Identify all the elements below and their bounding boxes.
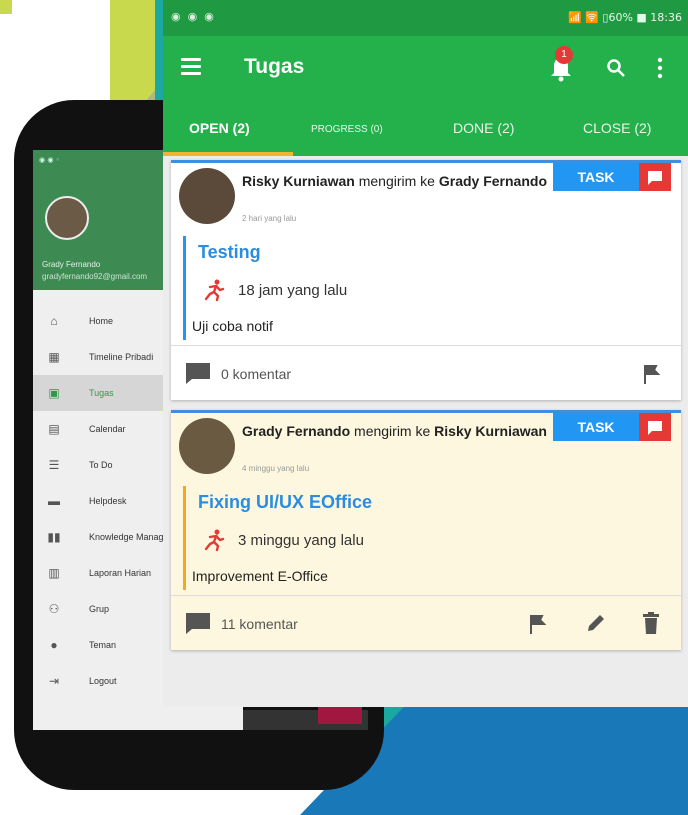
task-description: Improvement E-Office	[192, 568, 328, 584]
status-bar-notification-icons: ◉ ◉ ◉	[171, 11, 216, 23]
comment-icon[interactable]	[185, 612, 211, 634]
task-badge: TASK	[553, 413, 639, 441]
search-icon[interactable]	[606, 58, 626, 78]
drawer-user-name: Grady Fernando	[42, 260, 101, 269]
sender-name[interactable]: Risky Kurniawan	[242, 173, 355, 189]
group-icon: ⚇	[48, 602, 60, 616]
task-card[interactable]: Grady Fernando mengirim ke Risky Kurniaw…	[171, 410, 681, 650]
status-bar: ◉ ◉ ◉ 📶 🛜 ▯60% ■ 18:36	[163, 0, 688, 36]
logout-icon: ⇥	[48, 674, 60, 688]
card-divider	[171, 345, 681, 346]
send-verb: mengirim ke	[354, 173, 439, 189]
task-age: 18 jam yang lalu	[238, 282, 348, 299]
trash-icon[interactable]	[643, 612, 659, 634]
chat-icon: ▬	[48, 494, 60, 508]
timeline-icon: ▦	[48, 350, 60, 364]
drawer-item-label: Teman	[89, 640, 117, 650]
recipient-name[interactable]: Risky Kurniawan	[434, 423, 547, 439]
card-header-text: Risky Kurniawan mengirim ke Grady Fernan…	[242, 172, 562, 190]
card-timestamp: 2 hari yang lalu	[242, 214, 297, 223]
task-title[interactable]: Testing	[198, 242, 261, 263]
app-window: ◉ ◉ ◉ 📶 🛜 ▯60% ■ 18:36 Tugas 1 OPEN (2) …	[163, 0, 688, 707]
card-timestamp: 4 minggu yang lalu	[242, 464, 310, 473]
drawer-avatar[interactable]	[45, 196, 89, 240]
flag-icon[interactable]	[529, 614, 547, 634]
send-verb: mengirim ke	[350, 423, 435, 439]
sender-avatar[interactable]	[179, 418, 235, 474]
more-vert-icon[interactable]	[656, 56, 664, 80]
tab-done[interactable]: DONE (2)	[453, 120, 514, 136]
drawer-status-icons: ◉ ◉ ◦	[39, 156, 60, 164]
drawer-item-label: Timeline Pribadi	[89, 352, 154, 362]
task-age: 3 minggu yang lalu	[238, 532, 364, 549]
drawer-item-label: Home	[89, 316, 114, 326]
comment-count[interactable]: 0 komentar	[221, 366, 291, 382]
status-bar-system-info: 📶 🛜 ▯60% ■ 18:36	[568, 11, 682, 24]
report-icon: ▥	[48, 566, 60, 580]
comment-icon[interactable]	[185, 362, 211, 384]
sender-avatar[interactable]	[179, 168, 235, 224]
drawer-item-label: Calendar	[89, 424, 126, 434]
comment-count[interactable]: 11 komentar	[221, 616, 298, 632]
person-icon: ●	[50, 638, 58, 652]
clipboard-icon: ▣	[48, 386, 60, 400]
drawer-item-label: Tugas	[89, 388, 114, 398]
page-title: Tugas	[244, 55, 305, 78]
calendar-icon: ▤	[48, 422, 60, 436]
drawer-item-label: Helpdesk	[89, 496, 127, 506]
checklist-icon: ☰	[48, 458, 60, 472]
message-icon[interactable]	[639, 413, 671, 441]
recipient-name[interactable]: Grady Fernando	[439, 173, 547, 189]
hamburger-menu-icon[interactable]	[181, 58, 201, 76]
card-divider	[171, 595, 681, 596]
task-badge: TASK	[553, 163, 639, 191]
drawer-user-email: gradyfernando92@gmail.com	[42, 272, 148, 281]
notification-badge: 1	[555, 46, 573, 64]
tab-progress[interactable]: PROGRESS (0)	[311, 124, 383, 135]
drawer-item-label: Grup	[89, 604, 110, 614]
message-icon[interactable]	[639, 163, 671, 191]
flag-icon[interactable]	[643, 364, 661, 384]
tab-close[interactable]: CLOSE (2)	[583, 120, 651, 136]
tab-open[interactable]: OPEN (2)	[189, 120, 250, 136]
task-body: Fixing UI/UX EOffice 3 minggu yang lalu …	[183, 486, 666, 590]
task-description: Uji coba notif	[192, 318, 273, 334]
drawer-item-label: Logout	[89, 676, 117, 686]
home-icon: ⌂	[50, 314, 58, 328]
running-person-icon	[204, 529, 225, 552]
sender-name[interactable]: Grady Fernando	[242, 423, 350, 439]
app-bar: Tugas 1	[163, 36, 688, 102]
task-title[interactable]: Fixing UI/UX EOffice	[198, 492, 372, 513]
phone-bezel-bottom	[33, 730, 363, 760]
edit-pencil-icon[interactable]	[585, 612, 607, 634]
task-card[interactable]: Risky Kurniawan mengirim ke Grady Fernan…	[171, 160, 681, 400]
active-tab-indicator	[163, 152, 293, 156]
drawer-item-label: Laporan Harian	[89, 568, 152, 578]
running-person-icon	[204, 279, 225, 302]
task-body: Testing 18 jam yang lalu Uji coba notif	[183, 236, 666, 340]
book-icon: ▮▮	[47, 530, 61, 544]
card-header-text: Grady Fernando mengirim ke Risky Kurniaw…	[242, 422, 562, 440]
drawer-item-label: To Do	[89, 460, 113, 470]
status-tabs: OPEN (2) PROGRESS (0) DONE (2) CLOSE (2)	[163, 102, 688, 156]
